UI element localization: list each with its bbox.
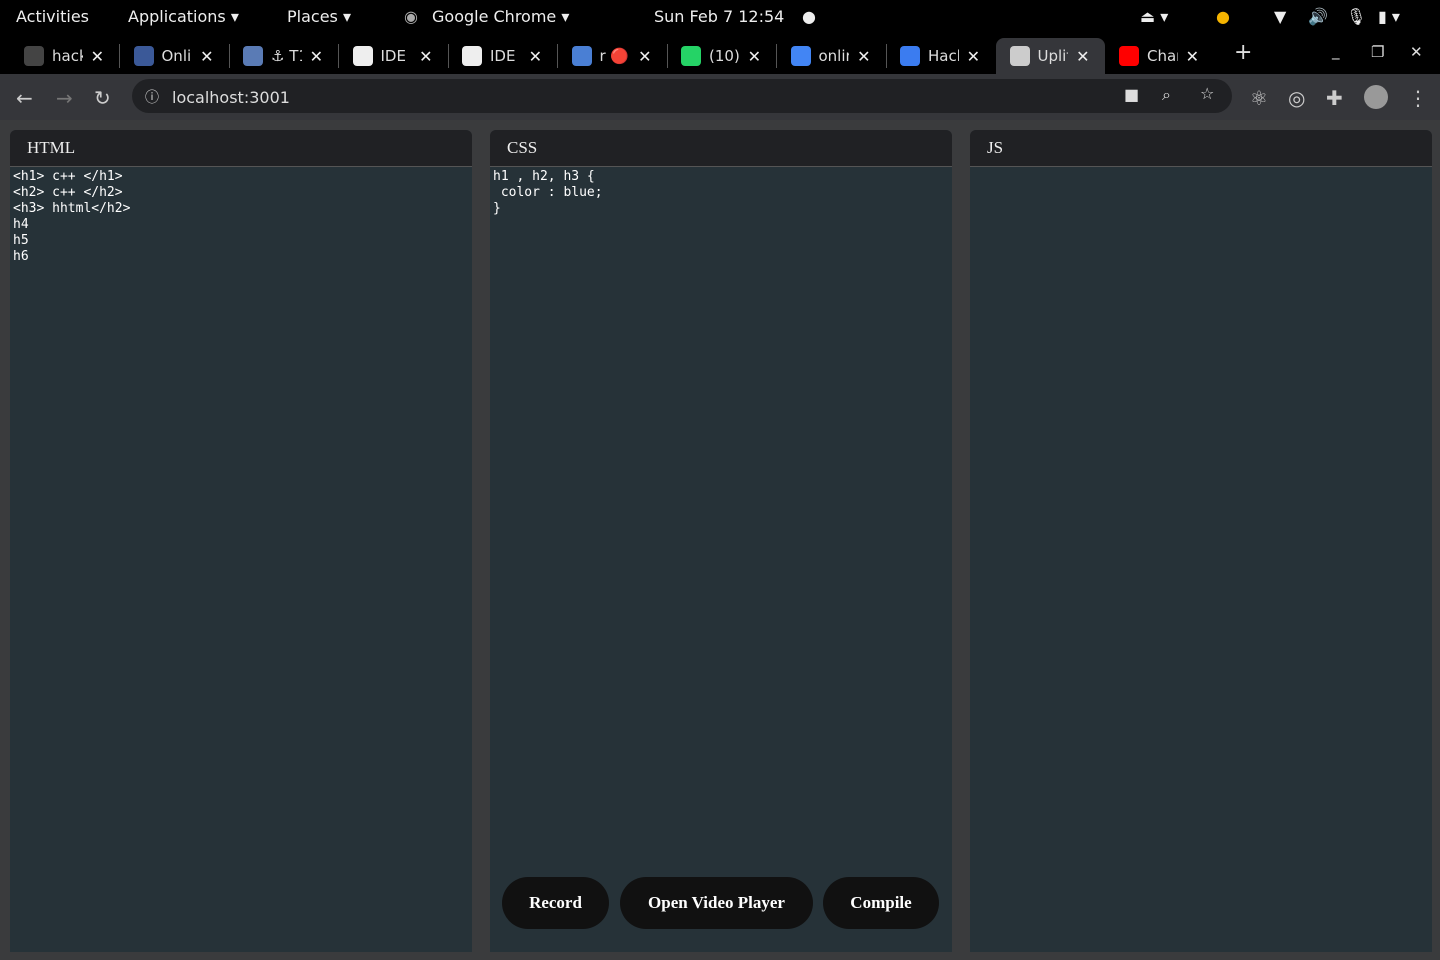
address-text: localhost:3001 (172, 88, 290, 107)
ide-icon (462, 46, 482, 66)
tab-title: onlir (818, 47, 850, 65)
close-window-icon[interactable]: ✕ (1410, 43, 1423, 61)
wifi-icon[interactable]: ▼ (1274, 7, 1286, 26)
extension-icon[interactable]: ◎ (1288, 86, 1305, 110)
close-tab-icon[interactable]: ✕ (91, 47, 104, 66)
app-menu[interactable]: Google Chrome ▾ (432, 7, 569, 26)
css-panel: CSS h1 , h2, h3 { color : blue; } (490, 130, 952, 952)
gear-icon (243, 46, 263, 66)
system-top-bar: Activities Applications ▾ Places ▾ ◉ Goo… (0, 0, 1440, 34)
tab-title: IDE | (380, 47, 412, 65)
tab[interactable]: IDE | ✕ (339, 38, 448, 74)
tab-title: ⚓ T1 (271, 47, 302, 65)
tab-title: Char (1147, 47, 1178, 65)
close-tab-icon[interactable]: ✕ (1186, 47, 1199, 66)
close-tab-icon[interactable]: ✕ (748, 47, 761, 66)
ide-icon (352, 46, 373, 66)
hack-icon (900, 46, 920, 66)
puzzle-icon[interactable]: ✚ (1326, 86, 1343, 110)
menu-icon[interactable]: ⋮ (1408, 86, 1428, 110)
open-video-player-button[interactable]: Open Video Player (620, 877, 813, 929)
minimize-icon[interactable]: _ (1332, 42, 1340, 60)
tab-title: Onli (161, 47, 192, 65)
close-tab-icon[interactable]: ✕ (310, 47, 323, 66)
react-devtools-icon[interactable]: ⚛ (1250, 86, 1268, 110)
js-editor[interactable] (970, 167, 1432, 947)
record-button[interactable]: Record (502, 877, 609, 929)
applications-menu[interactable]: Applications ▾ (128, 7, 239, 26)
close-tab-icon[interactable]: ✕ (857, 47, 870, 66)
close-tab-icon[interactable]: ✕ (638, 47, 651, 66)
battery-icon[interactable]: ▮ ▾ (1378, 7, 1400, 26)
new-tab-icon[interactable]: + (1234, 40, 1252, 65)
tab-title: IDE | (490, 47, 521, 65)
back-icon[interactable]: ← (16, 86, 33, 110)
tab[interactable]: onlir ✕ (777, 38, 886, 74)
tab[interactable]: r 🔴 ✕ (558, 38, 667, 74)
h-logo-icon (133, 46, 154, 66)
close-tab-icon[interactable]: ✕ (1076, 47, 1089, 66)
docs-icon (790, 46, 811, 66)
js-panel-title: JS (970, 130, 1432, 167)
tab-strip: hack✕Onli✕⚓ T1✕IDE |✕IDE |✕r 🔴✕(10)✕onli… (0, 34, 1440, 74)
tab-title: hack (52, 47, 83, 65)
close-tab-icon[interactable]: ✕ (419, 47, 432, 66)
clock[interactable]: Sun Feb 7 12:54 (654, 7, 784, 26)
browser-toolbar: ← → ↻ ⓘ localhost:3001 ■ ⌕ ☆ ⚛ ◎ ✚ ⋮ (0, 74, 1440, 120)
tab[interactable]: IDE | ✕ (448, 38, 557, 74)
restore-icon[interactable]: ❐ (1371, 43, 1384, 61)
tab[interactable]: Uplif ✕ (995, 38, 1105, 74)
reload-icon[interactable]: ↻ (94, 86, 111, 110)
js-panel: JS (970, 130, 1432, 952)
places-menu[interactable]: Places ▾ (287, 7, 351, 26)
tab[interactable]: (10) ✕ (667, 38, 776, 74)
star-icon[interactable]: ☆ (1200, 84, 1214, 103)
github-icon (24, 46, 44, 66)
notification-dot-icon: ● (802, 7, 816, 26)
whatsapp-icon (681, 46, 701, 66)
css-panel-title: CSS (490, 130, 952, 167)
chrome-icon: ◉ (404, 7, 418, 26)
info-icon: ⓘ (145, 90, 159, 106)
volume-icon[interactable]: 🔊 (1308, 7, 1328, 26)
tab-title: (10) (709, 47, 740, 65)
close-tab-icon[interactable]: ✕ (200, 47, 213, 66)
close-tab-icon[interactable]: ✕ (529, 47, 542, 66)
compile-button[interactable]: Compile (823, 877, 939, 929)
eject-icon[interactable]: ⏏ ▾ (1140, 7, 1168, 26)
address-bar[interactable]: ⓘ localhost:3001 ■ ⌕ ☆ (132, 79, 1232, 113)
html-panel-title: HTML (10, 130, 472, 167)
tab-title: r 🔴 (599, 47, 630, 65)
globe-icon (1009, 46, 1030, 66)
close-tab-icon[interactable]: ✕ (967, 47, 980, 66)
zoom-icon[interactable]: ⌕ (1162, 85, 1171, 105)
html-panel: HTML <h1> c++ </h1> <h2> c++ </h2> <h3> … (10, 130, 472, 952)
camera-icon[interactable]: ■ (1124, 85, 1139, 104)
forward-icon[interactable]: → (56, 86, 73, 110)
tab[interactable]: Char ✕ (1105, 38, 1214, 74)
tab[interactable]: Onli ✕ (120, 38, 229, 74)
tab[interactable]: Hack ✕ (886, 38, 995, 74)
tab-title: Uplif (1037, 47, 1069, 65)
recorder-icon (571, 46, 592, 66)
mic-icon[interactable]: 🎙 (1346, 7, 1366, 26)
youtube-icon (1119, 46, 1139, 66)
avatar[interactable] (1364, 85, 1388, 109)
tab[interactable]: ⚓ T1 ✕ (229, 38, 338, 74)
html-editor[interactable]: <h1> c++ </h1> <h2> c++ </h2> <h3> hhtml… (10, 167, 472, 267)
css-editor[interactable]: h1 , h2, h3 { color : blue; } (490, 167, 952, 219)
tab[interactable]: hack ✕ (10, 38, 119, 74)
media-icon[interactable]: ● (1216, 7, 1230, 26)
tab-title: Hack (928, 47, 959, 65)
activities-button[interactable]: Activities (16, 7, 89, 26)
